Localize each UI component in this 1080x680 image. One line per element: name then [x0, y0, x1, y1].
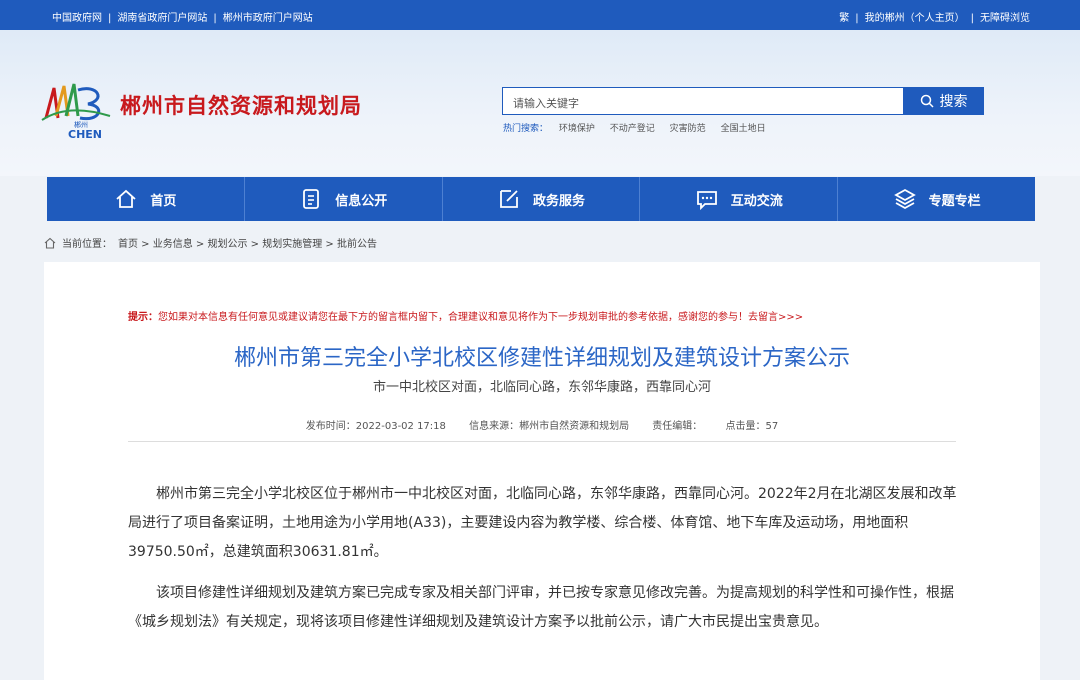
- home-icon: [44, 237, 56, 249]
- article-panel: 提示：您如果对本信息有任何意见或建议请您在最下方的留言框内留下，合理建议和意见将…: [44, 262, 1040, 680]
- search-input[interactable]: 请输入关键字: [502, 87, 904, 115]
- site-logo[interactable]: 郴州 CHEN: [40, 78, 112, 140]
- site-title: 郴州市自然资源和规划局: [120, 94, 362, 118]
- edit-icon: [500, 190, 518, 208]
- hot-search-item[interactable]: 全国土地日: [721, 124, 766, 134]
- search-button[interactable]: 搜索: [903, 87, 984, 115]
- article-paragraph: 该项目修建性详细规划及建筑方案已完成专家及相关部门评审，并已按专家意见修改完善。…: [128, 585, 954, 630]
- breadcrumb: 当前位置： 首页 > 业务信息 > 规划公示 > 规划实施管理 > 批前公告: [44, 235, 377, 250]
- link-my-chenzhou[interactable]: 我的郴州（个人主页）: [865, 13, 965, 24]
- divider: [128, 441, 956, 442]
- home-icon: [116, 189, 136, 208]
- nav-item-label: 首页: [150, 193, 177, 209]
- breadcrumb-trail[interactable]: 首页 > 业务信息 > 规划公示 > 规划实施管理 > 批前公告: [118, 235, 377, 250]
- nav-item-label: 互动交流: [730, 193, 783, 209]
- nav-item-label: 专题专栏: [928, 193, 981, 209]
- document-icon: [303, 189, 320, 209]
- nav-item-services[interactable]: 政务服务: [443, 177, 641, 221]
- nav-item-label: 政务服务: [532, 193, 585, 209]
- link-gov-cn[interactable]: 中国政府网: [52, 13, 102, 24]
- hot-searches: 热门搜索： 环境保护 不动产登记 灾害防范 全国土地日: [503, 121, 778, 134]
- top-bar-right-links: 繁 | 我的郴州（个人主页） | 无障碍浏览: [839, 13, 1030, 24]
- nav-item-interaction[interactable]: 互动交流: [640, 177, 839, 221]
- nav-item-info[interactable]: 信息公开: [245, 177, 443, 221]
- nav-item-label: 信息公开: [335, 193, 388, 209]
- nav-item-topics[interactable]: 专题专栏: [838, 177, 1035, 221]
- info-source: 信息来源：郴州市自然资源和规划局: [469, 421, 630, 432]
- link-traditional[interactable]: 繁: [839, 13, 849, 24]
- article-meta: 发布时间：2022-03-02 17:18 信息来源：郴州市自然资源和规划局 责…: [44, 417, 1040, 432]
- hot-search-item[interactable]: 不动产登记: [610, 124, 655, 134]
- comment-tip: 提示：您如果对本信息有任何意见或建议请您在最下方的留言框内留下，合理建议和意见将…: [128, 308, 803, 323]
- article-subtitle: 市一中北校区对面，北临同心路，东邻华康路，西靠同心河: [372, 380, 711, 395]
- layers-icon: [893, 188, 916, 210]
- tip-text[interactable]: 您如果对本信息有任何意见或建议请您在最下方的留言框内留下，合理建议和意见将作为下…: [158, 312, 803, 323]
- link-accessibility[interactable]: 无障碍浏览: [980, 13, 1030, 24]
- nav-item-home[interactable]: 首页: [47, 177, 245, 221]
- top-bar: 中国政府网 | 湖南省政府门户网站 | 郴州市政府门户网站 繁 | 我的郴州（个人主页） | 无…: [0, 0, 1080, 30]
- header: 郴州 CHEN 郴州市自然资源和规划局 请输入关键字 搜索 热门搜索： 环境保护…: [0, 30, 1080, 176]
- hot-search-label: 热门搜索：: [503, 124, 549, 134]
- main-nav: 首页 信息公开 政务服务 互动交流 专题专栏: [47, 177, 1035, 221]
- article-title: 郴州市第三完全小学北校区修建性详细规划及建筑设计方案公示: [233, 346, 850, 371]
- tip-label: 提示：: [128, 312, 158, 323]
- top-bar-left-links: 中国政府网 | 湖南省政府门户网站 | 郴州市政府门户网站: [52, 13, 313, 24]
- editor: 责任编辑：: [652, 421, 703, 432]
- hit-count: 点击量：57: [725, 421, 779, 432]
- hot-search-item[interactable]: 环境保护: [559, 124, 595, 134]
- search-button-label: 搜索: [939, 94, 968, 110]
- article-paragraph: 郴州市第三完全小学北校区位于郴州市一中北校区对面，北临同心路，东邻华康路，西靠同…: [128, 486, 957, 560]
- link-hunan-gov[interactable]: 湖南省政府门户网站: [117, 13, 207, 24]
- svg-text:CHEN: CHEN: [68, 128, 102, 140]
- hot-search-item[interactable]: 灾害防范: [670, 124, 706, 134]
- article-body: 郴州市第三完全小学北校区位于郴州市一中北校区对面，北临同心路，东邻华康路，西靠同…: [128, 480, 958, 649]
- breadcrumb-prefix: 当前位置：: [62, 239, 112, 250]
- publish-time: 发布时间：2022-03-02 17:18: [305, 421, 446, 432]
- link-chenzhou-gov[interactable]: 郴州市政府门户网站: [223, 13, 313, 24]
- search-icon: [920, 94, 934, 108]
- chat-icon: [696, 191, 717, 211]
